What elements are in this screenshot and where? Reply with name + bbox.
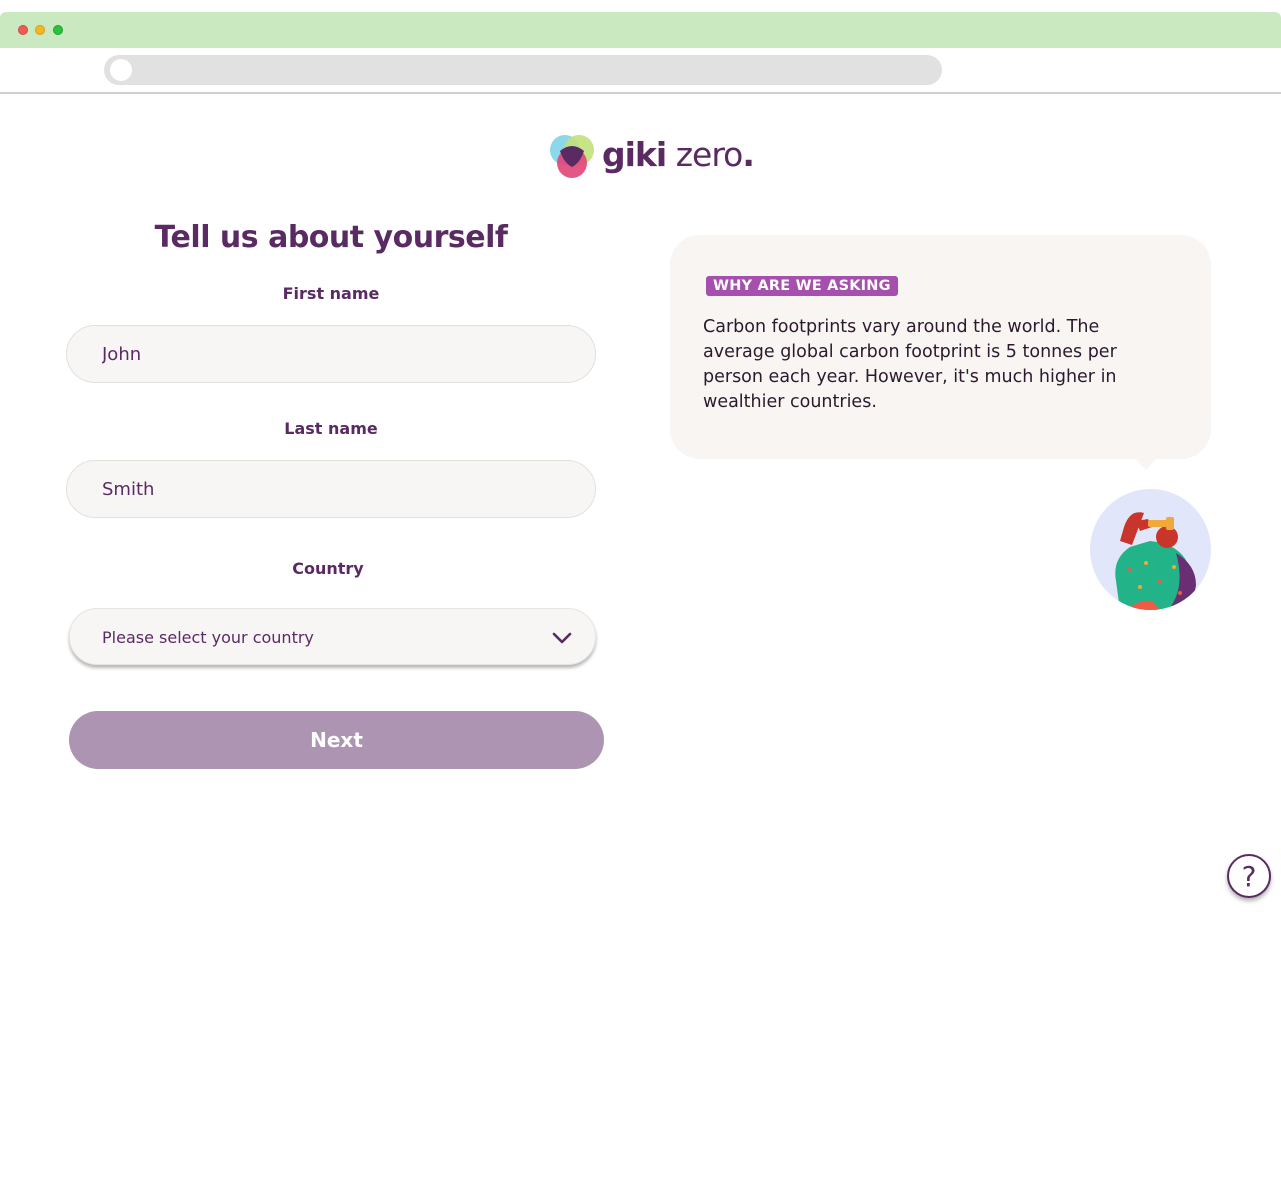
logo-word-zero: zero <box>675 135 744 174</box>
close-window-button[interactable] <box>18 25 28 35</box>
giki-zero-logo[interactable]: giki zero. <box>550 133 755 181</box>
help-button[interactable]: ? <box>1227 854 1271 898</box>
logo-wordmark: giki zero. <box>602 135 755 174</box>
minimize-window-button[interactable] <box>35 25 45 35</box>
address-row <box>0 48 1281 94</box>
logo-dot: . <box>742 135 755 174</box>
last-name-field[interactable] <box>66 460 596 518</box>
info-text: Carbon footprints vary around the world.… <box>703 317 1117 412</box>
chevron-down-icon <box>552 632 572 644</box>
first-name-field[interactable] <box>66 325 596 383</box>
address-bar[interactable] <box>104 55 942 85</box>
person-with-binoculars-icon <box>1115 512 1196 610</box>
info-bubble: WHY ARE WE ASKING Carbon footprints vary… <box>670 235 1211 459</box>
logo-mark-icon <box>550 135 594 178</box>
country-select[interactable]: Please select your country <box>69 608 596 665</box>
window-titlebar <box>0 12 1281 48</box>
site-info-icon[interactable] <box>110 59 132 81</box>
bubble-tail <box>1134 457 1158 470</box>
maximize-window-button[interactable] <box>53 25 63 35</box>
page-title: Tell us about yourself <box>154 220 508 255</box>
logo-word-giki: giki <box>602 135 667 174</box>
avatar <box>1090 489 1211 610</box>
question-icon: ? <box>1241 860 1257 893</box>
why-asking-badge: WHY ARE WE ASKING <box>706 276 898 296</box>
first-name-label: First name <box>282 284 380 303</box>
country-select-value: Please select your country <box>102 628 314 647</box>
next-button[interactable]: Next <box>69 711 604 769</box>
country-label: Country <box>292 559 364 578</box>
last-name-label: Last name <box>284 419 378 438</box>
